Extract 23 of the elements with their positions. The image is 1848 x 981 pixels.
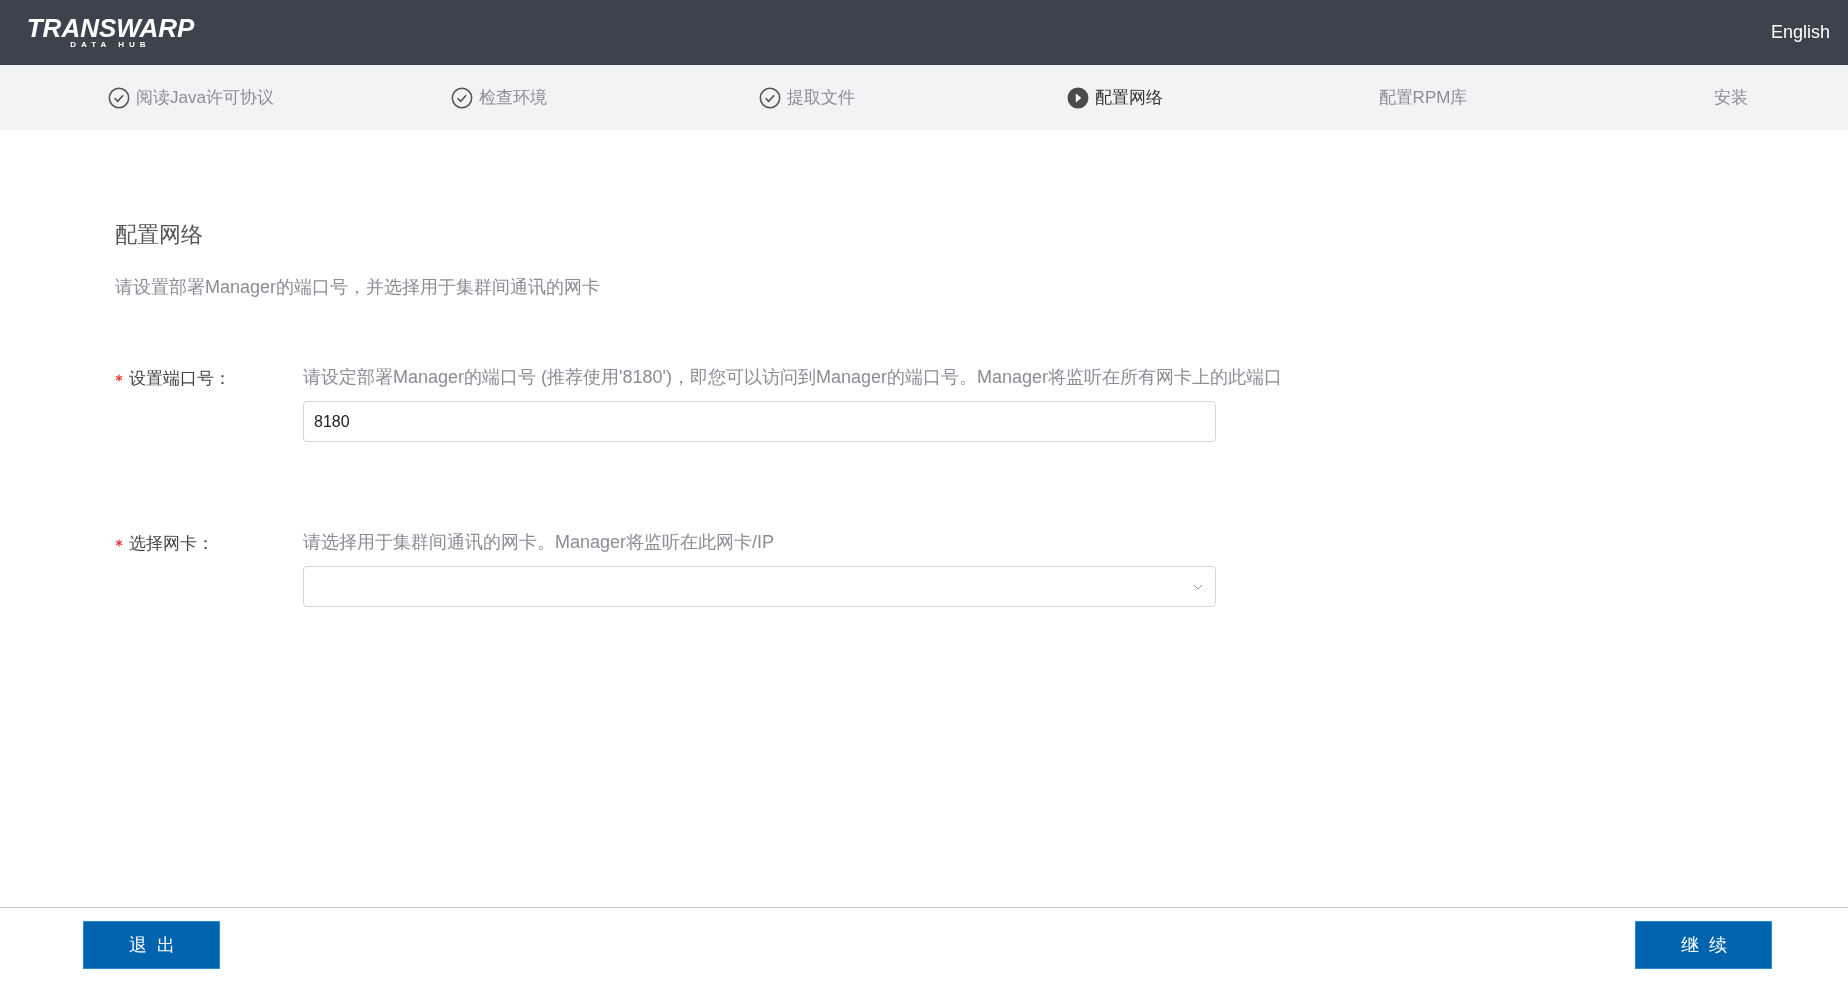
footer-button[interactable]: 继续 xyxy=(1635,920,1772,969)
step-label: 配置RPM库 xyxy=(1378,87,1468,109)
footer-button[interactable]: 退出 xyxy=(83,920,220,969)
play-circle-icon xyxy=(1067,86,1089,109)
network-card-select[interactable] xyxy=(303,566,1216,607)
section-description: 请设置部署Manager的端口号，并选择用于集群间通讯的网卡 xyxy=(115,276,602,299)
step-label: 检查环境 xyxy=(479,87,547,109)
field-hint: 请设定部署Manager的端口号 (推荐使用'8180')，即您可以访问到Manager的端口号。Manager将监听在所有网卡上的此端口 xyxy=(303,366,1283,389)
section-title: 配置网络 xyxy=(115,221,204,249)
field-label: 选择网卡： xyxy=(129,532,214,555)
check-circle-icon xyxy=(108,86,131,109)
check-circle-icon xyxy=(451,86,473,109)
port-input[interactable]: 8180 xyxy=(303,401,1216,442)
logo: TRANSWARP DATA HUB xyxy=(28,15,193,50)
step-label: 配置网络 xyxy=(1095,87,1163,109)
step-label: 安装 xyxy=(1714,87,1748,109)
field-label: 设置端口号： xyxy=(129,367,231,390)
step-label: 提取文件 xyxy=(787,87,855,109)
field-hint: 请选择用于集群间通讯的网卡。Manager将监听在此网卡/IP xyxy=(303,531,776,554)
language-link[interactable]: English xyxy=(1770,22,1830,43)
chevron-down-icon xyxy=(1193,583,1203,590)
check-circle-icon xyxy=(759,86,781,109)
step-label: 阅读Java许可协议 xyxy=(136,87,274,109)
